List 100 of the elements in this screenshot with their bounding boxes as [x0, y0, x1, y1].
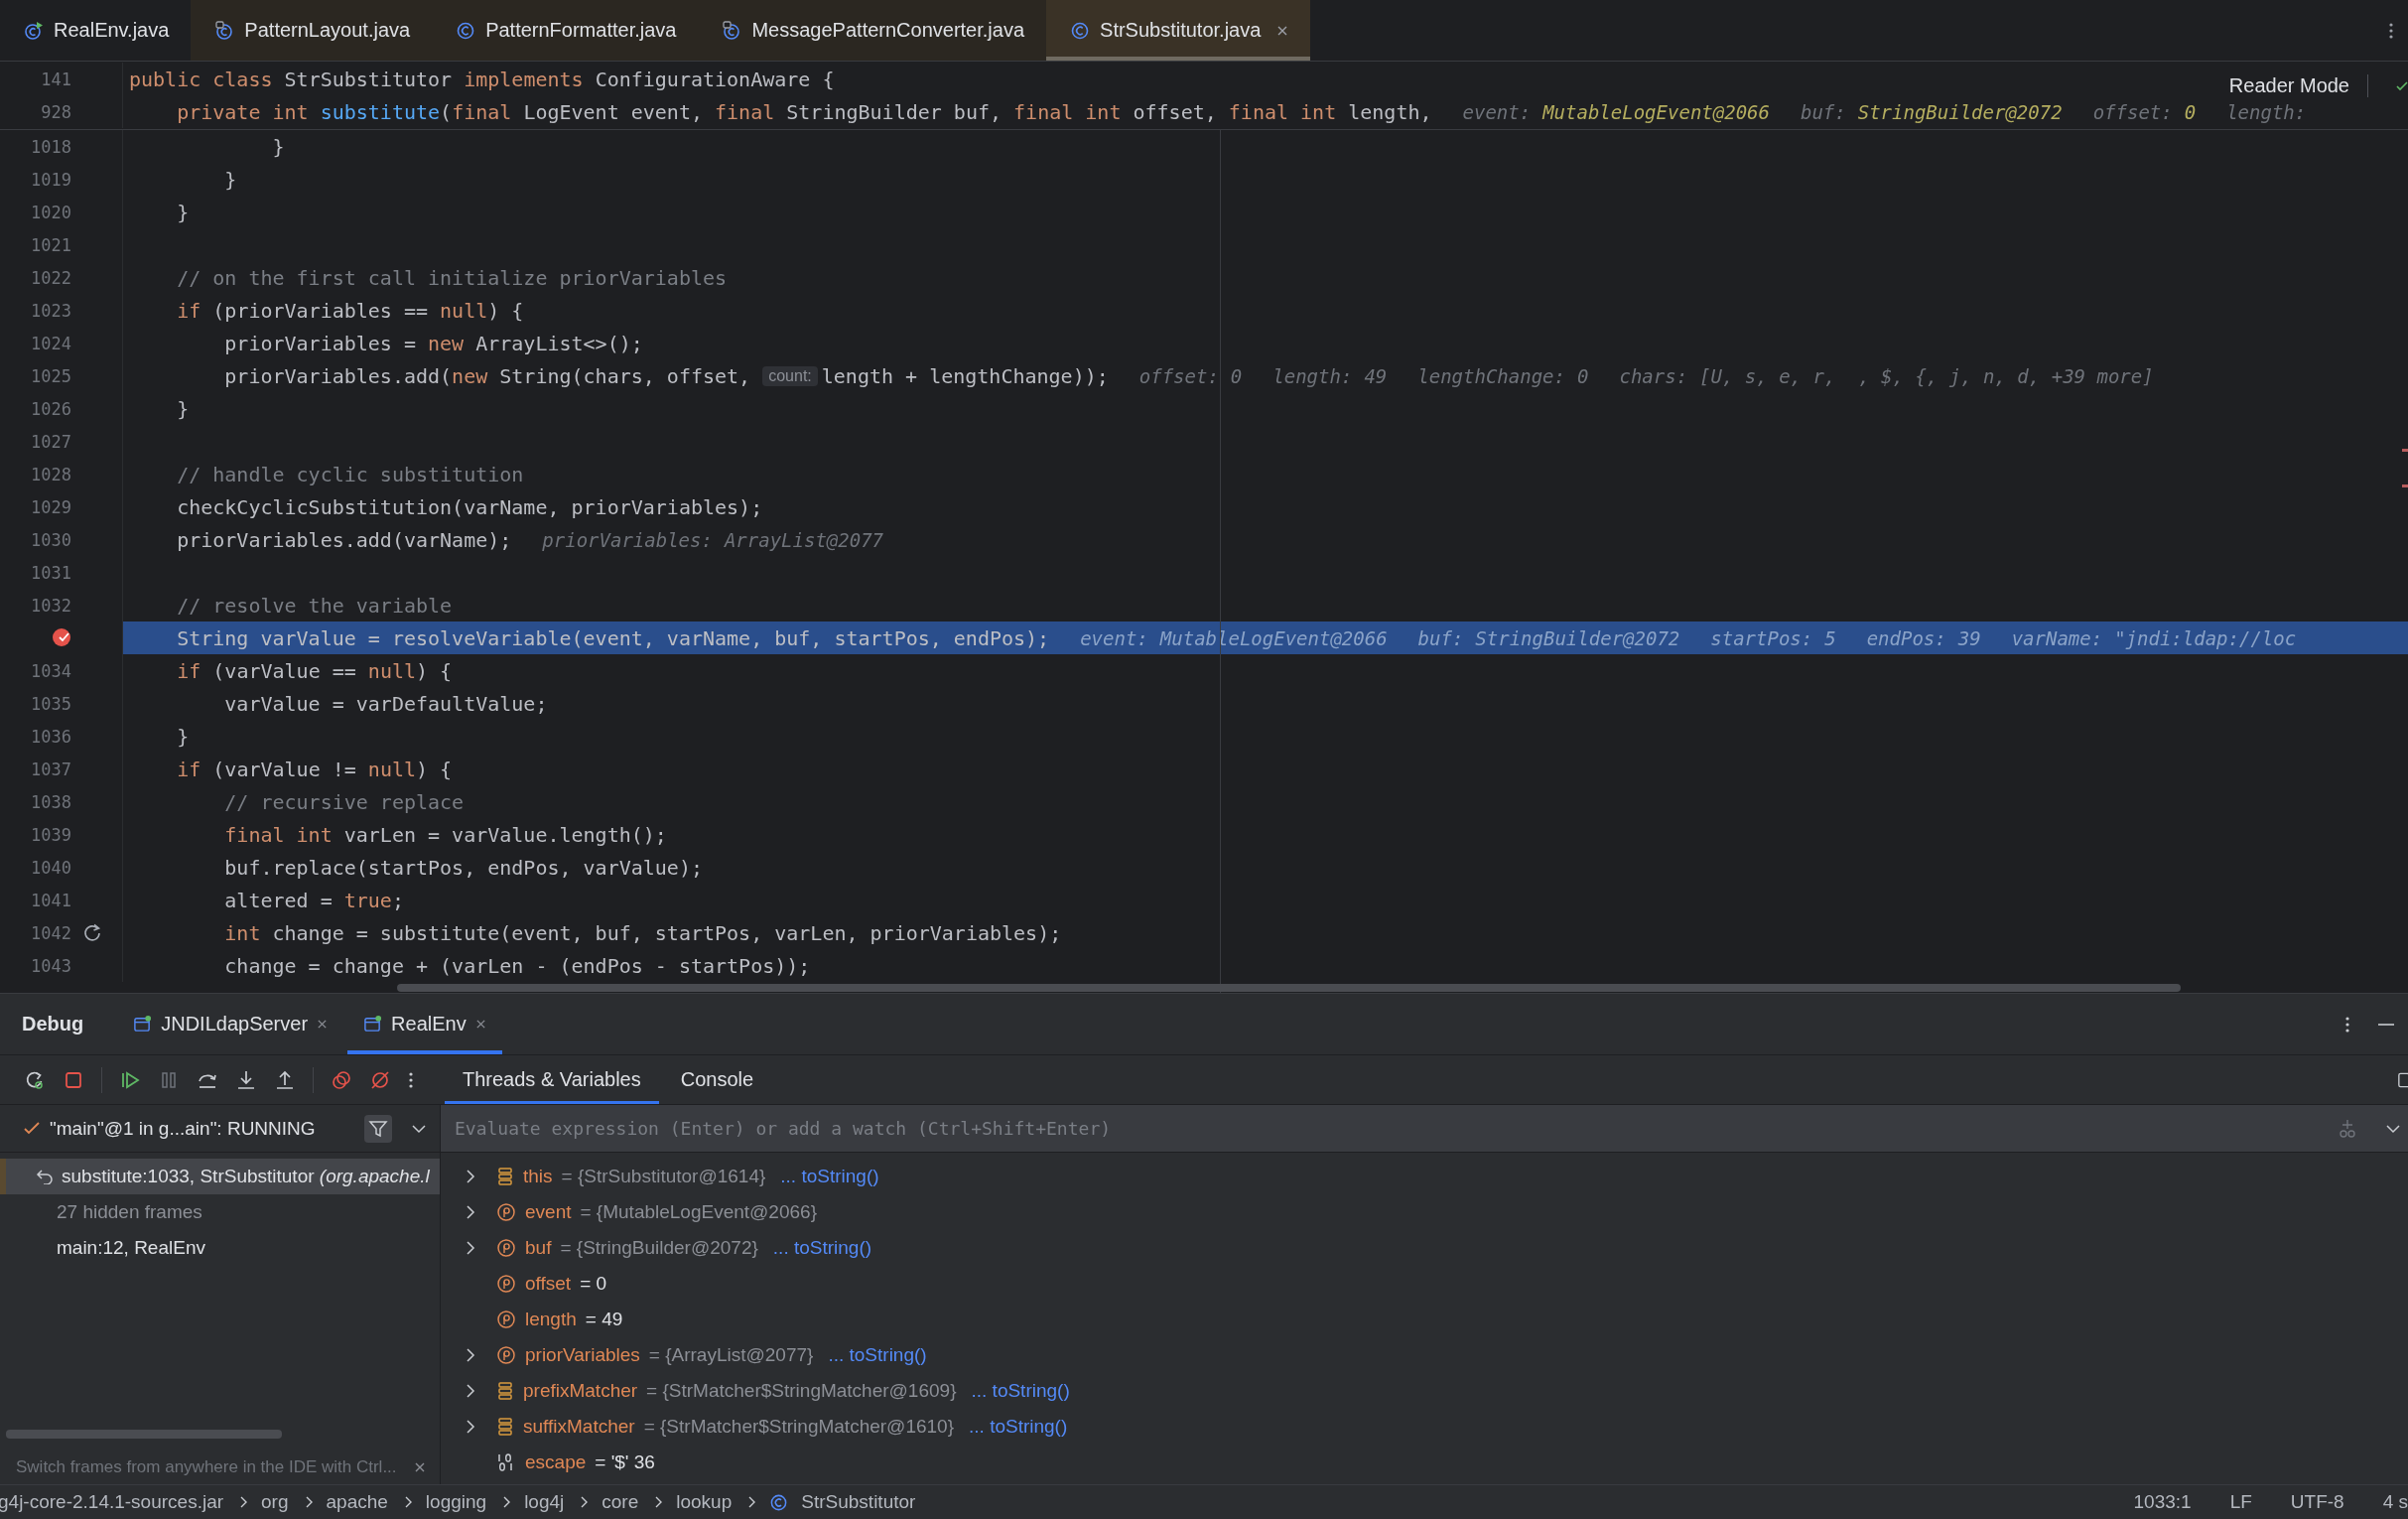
line-number: 141 — [40, 69, 71, 89]
chevron-right-icon — [305, 1496, 314, 1508]
breadcrumb[interactable]: core — [602, 1491, 639, 1513]
line-number: 1030 — [30, 529, 71, 550]
session-tab[interactable]: JNDILdapServer — [117, 994, 344, 1054]
inline-value-hint: offset: 0 — [2092, 100, 2197, 123]
code-text: priorVariables.add(varName); — [176, 527, 512, 552]
line-number: 1032 — [30, 595, 71, 616]
close-icon[interactable] — [1276, 24, 1289, 37]
inline-value-hint: buf: StringBuilder@2072 — [1417, 626, 1680, 649]
scrollbar-thumb[interactable] — [397, 984, 2181, 992]
status-item[interactable]: LF — [2229, 1491, 2252, 1513]
variable-value: = '$' 36 — [595, 1451, 655, 1473]
expand-chevron-icon[interactable] — [466, 1384, 475, 1398]
editor-tab[interactable]: StrSubstitutor.java — [1046, 0, 1311, 61]
code-text: } — [223, 167, 237, 192]
chevron-right-icon — [655, 1496, 664, 1508]
expand-chevron-icon[interactable] — [466, 1205, 475, 1219]
to-string-link[interactable]: ... toString() — [772, 1237, 872, 1259]
close-icon[interactable] — [414, 1461, 426, 1473]
line-number: 1022 — [30, 267, 71, 288]
parameter-hint: count: — [762, 365, 818, 386]
code-text: String varValue = resolveVariable(event, varName, buf, startPos, endPos); — [176, 625, 1050, 650]
chevron-down-icon[interactable] — [2386, 1124, 2400, 1134]
breadcrumb[interactable]: lookup — [676, 1491, 733, 1513]
code-text: // on the first call initialize priorVariables — [176, 265, 728, 290]
line-number: 1023 — [30, 300, 71, 321]
code-text: // handle cyclic substitution — [176, 462, 524, 486]
breadcrumb[interactable]: StrSubstitutor — [801, 1491, 916, 1513]
editor-tab[interactable]: PatternLayout.java — [191, 0, 433, 61]
thread-selector[interactable]: "main"@1 in g...ain": RUNNING — [50, 1117, 354, 1140]
chevron-down-icon[interactable] — [412, 1123, 426, 1134]
variable-value: = {StrMatcher$StringMatcher@1610} — [643, 1416, 954, 1438]
editor-tab[interactable]: MessagePatternConverter.java — [698, 0, 1047, 61]
to-string-link[interactable]: ... toString() — [969, 1416, 1068, 1438]
to-string-link[interactable]: ... toString() — [780, 1166, 879, 1187]
class-run-icon — [24, 20, 44, 41]
inline-value-hint: event: MutableLogEvent@2066 — [1462, 100, 1770, 123]
editor-tab[interactable]: PatternFormatter.java — [432, 0, 699, 61]
line-number: 1026 — [30, 398, 71, 419]
expand-chevron-icon[interactable] — [466, 1348, 475, 1362]
check-icon — [2396, 80, 2408, 92]
mute-breakpoints-icon[interactable] — [369, 1068, 391, 1091]
step-out-icon[interactable] — [274, 1068, 296, 1091]
breakpoints-icon[interactable] — [331, 1068, 352, 1091]
evaluate-field[interactable]: Evaluate expression (Enter) or add a watch (Ctrl+Shift+Enter) — [441, 1105, 2408, 1152]
breadcrumb[interactable]: logging — [425, 1491, 487, 1513]
breakpoint-icon[interactable] — [51, 626, 72, 648]
window-icon — [363, 1015, 383, 1034]
status-item[interactable]: 1033:1 — [2133, 1491, 2192, 1513]
to-string-link[interactable]: ... toString() — [828, 1344, 927, 1366]
status-item[interactable]: UTF-8 — [2290, 1491, 2344, 1513]
code-text: } — [176, 200, 190, 224]
stack-frame[interactable]: substitute:1033, StrSubstitutor (org.apache.l — [0, 1159, 440, 1194]
variable-name: offset — [525, 1273, 572, 1295]
status-item[interactable]: 4 s — [2382, 1491, 2408, 1513]
reader-mode-link[interactable]: Reader Mode — [2228, 74, 2368, 97]
line-number: 1034 — [30, 660, 71, 681]
code-text: public class StrSubstitutor implements ConfigurationAware { — [129, 67, 835, 91]
code-text: varValue = varDefaultValue; — [223, 691, 548, 716]
breadcrumb[interactable]: log4j — [524, 1491, 565, 1513]
stack-frame[interactable]: main:12, RealEnv — [0, 1230, 440, 1266]
filter-icon[interactable] — [364, 1114, 392, 1143]
stack-frame[interactable]: 27 hidden frames — [0, 1194, 440, 1230]
variable-name: escape — [525, 1451, 587, 1473]
code-text: // resolve the variable — [176, 593, 453, 618]
variable-value: = {MutableLogEvent@2066} — [580, 1201, 817, 1223]
expand-chevron-icon[interactable] — [466, 1170, 475, 1183]
close-icon[interactable] — [474, 1019, 486, 1030]
breadcrumb[interactable]: apache — [326, 1491, 388, 1513]
code-text: length + lengthChange)); — [821, 363, 1109, 388]
inline-value-hint: length: — [2226, 100, 2307, 123]
line-number: 1039 — [30, 824, 71, 845]
editor-tab[interactable]: RealEnv.java — [0, 0, 192, 61]
variable-value: = {StringBuilder@2072} — [560, 1237, 758, 1259]
chevron-right-icon — [503, 1496, 512, 1508]
view-tab[interactable]: Console — [662, 1055, 772, 1104]
variable-name: prefixMatcher — [523, 1380, 638, 1402]
code-text: int change = substitute(event, buf, startPos, varLen, priorVariables); — [223, 920, 1062, 945]
expand-chevron-icon[interactable] — [466, 1420, 475, 1434]
line-number: 1042 — [30, 922, 71, 943]
code-text: change = change + (varLen - (endPos - startPos)); — [223, 953, 811, 978]
scrollbar-thumb[interactable] — [6, 1430, 282, 1439]
to-string-link[interactable]: ... toString() — [971, 1380, 1070, 1402]
class-icon — [769, 1492, 789, 1512]
step-into-icon[interactable] — [235, 1068, 257, 1091]
minimize-icon[interactable] — [2378, 1022, 2394, 1027]
line-number: 1043 — [30, 955, 71, 976]
expand-chevron-icon[interactable] — [466, 1241, 475, 1255]
breadcrumb[interactable]: org — [261, 1491, 289, 1513]
class-icon — [1070, 20, 1091, 41]
return-arrow-icon — [36, 1169, 54, 1184]
inline-value-hint: lengthChange: 0 — [1417, 364, 1589, 387]
session-tab[interactable]: RealEnv — [347, 994, 502, 1054]
panel-title: Debug — [22, 1013, 84, 1036]
line-number: 1021 — [30, 234, 71, 255]
inline-value-hint: offset: 0 — [1138, 364, 1243, 387]
close-icon[interactable] — [317, 1019, 329, 1030]
inline-value-hint: length: 49 — [1272, 364, 1388, 387]
code-text: checkCyclicSubstitution(varName, priorVariables); — [176, 494, 763, 519]
